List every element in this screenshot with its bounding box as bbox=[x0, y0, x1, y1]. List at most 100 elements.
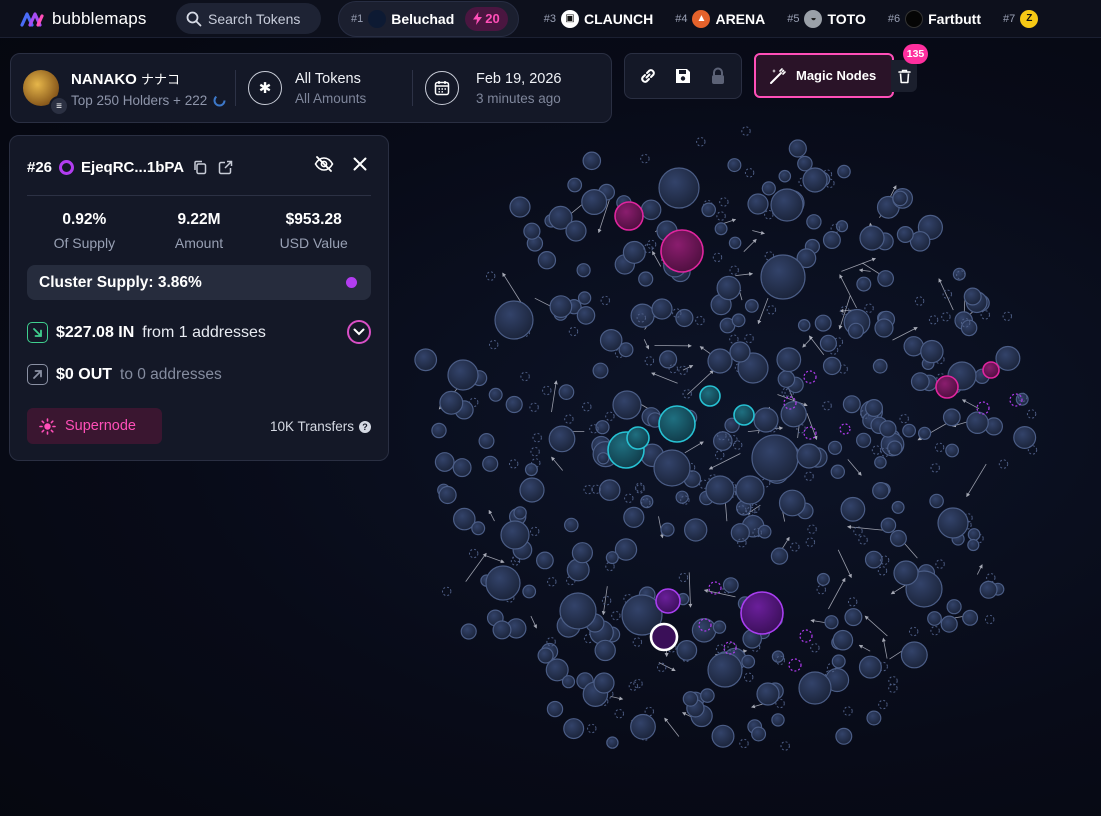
bubblemaps-logo[interactable]: bubblemaps bbox=[20, 9, 170, 29]
holder-bubble[interactable] bbox=[630, 303, 655, 328]
holder-bubble[interactable] bbox=[729, 265, 739, 275]
holder-bubble[interactable] bbox=[565, 220, 587, 242]
holder-bubble[interactable] bbox=[546, 700, 564, 718]
holder-bubble[interactable] bbox=[707, 652, 743, 688]
copy-link-button[interactable] bbox=[634, 62, 662, 90]
holder-bubble[interactable] bbox=[716, 211, 726, 221]
holder-bubble[interactable] bbox=[741, 654, 756, 669]
expand-inflow-button[interactable] bbox=[347, 320, 371, 344]
holder-bubble[interactable] bbox=[605, 411, 615, 421]
holder-bubble[interactable] bbox=[864, 399, 883, 418]
holder-bubble[interactable] bbox=[593, 672, 615, 694]
holder-bubble[interactable] bbox=[816, 585, 826, 595]
holder-bubble[interactable] bbox=[810, 643, 820, 653]
holder-bubble[interactable] bbox=[489, 340, 499, 350]
holder-bubble[interactable] bbox=[819, 334, 838, 352]
supernode-button[interactable]: Supernode bbox=[27, 408, 162, 444]
holder-bubble[interactable] bbox=[1013, 426, 1037, 450]
holder-bubble[interactable] bbox=[805, 537, 816, 547]
holder-bubble[interactable] bbox=[571, 542, 594, 564]
holder-bubble[interactable] bbox=[856, 276, 872, 292]
holder-bubble[interactable] bbox=[563, 718, 585, 740]
holder-bubble[interactable] bbox=[858, 535, 868, 545]
holder-bubble[interactable] bbox=[998, 459, 1009, 469]
holder-bubble[interactable] bbox=[889, 529, 907, 547]
holder-bubble[interactable] bbox=[822, 231, 841, 250]
holder-bubble[interactable] bbox=[985, 614, 995, 625]
trending-token-5[interactable]: #5 ◒ TOTO bbox=[787, 9, 866, 28]
holder-bubble[interactable] bbox=[917, 426, 932, 440]
holder-bubble[interactable] bbox=[942, 408, 961, 427]
holder-bubble[interactable] bbox=[727, 158, 742, 173]
trending-token-6[interactable]: #6 Fartbutt bbox=[888, 9, 981, 28]
holder-bubble[interactable] bbox=[914, 296, 925, 306]
holder-bubble[interactable] bbox=[888, 676, 898, 686]
holder-bubble[interactable] bbox=[624, 493, 634, 503]
holder-bubble[interactable] bbox=[744, 168, 755, 178]
holder-bubble[interactable] bbox=[439, 390, 464, 415]
holder-bubble[interactable] bbox=[827, 440, 843, 455]
holder-bubble[interactable] bbox=[822, 356, 842, 376]
holder-bubble[interactable] bbox=[547, 577, 557, 587]
help-icon[interactable]: ? bbox=[359, 420, 371, 433]
holder-bubble[interactable] bbox=[582, 402, 592, 412]
holder-bubble[interactable] bbox=[478, 433, 495, 450]
holder-bubble[interactable] bbox=[542, 385, 552, 396]
holder-bubble[interactable] bbox=[920, 339, 944, 364]
search-tokens-button[interactable]: Search Tokens bbox=[176, 3, 321, 34]
holder-bubble[interactable] bbox=[711, 724, 735, 748]
holder-bubble[interactable] bbox=[847, 322, 865, 339]
holder-bubble[interactable] bbox=[638, 271, 654, 287]
holder-bubble[interactable] bbox=[962, 609, 979, 626]
holder-bubble[interactable] bbox=[530, 447, 540, 457]
holder-bubble[interactable] bbox=[803, 370, 817, 384]
holder-bubble[interactable] bbox=[1002, 311, 1012, 321]
holder-bubble[interactable] bbox=[900, 641, 928, 669]
holder-bubble[interactable] bbox=[587, 723, 597, 734]
holder-bubble[interactable] bbox=[691, 617, 717, 643]
holder-bubble[interactable] bbox=[891, 500, 905, 514]
holder-bubble[interactable] bbox=[660, 522, 675, 537]
holder-bubble[interactable] bbox=[979, 580, 998, 599]
holder-bubble[interactable] bbox=[611, 611, 621, 621]
holder-bubble[interactable] bbox=[937, 507, 969, 539]
holder-bubble[interactable] bbox=[712, 431, 733, 451]
holder-bubble[interactable] bbox=[658, 350, 678, 369]
holder-bubble[interactable] bbox=[597, 452, 610, 465]
holder-bubble[interactable] bbox=[583, 484, 593, 495]
holder-bubble[interactable] bbox=[442, 586, 452, 597]
holder-bubble[interactable] bbox=[582, 151, 602, 171]
holder-bubble[interactable] bbox=[879, 420, 897, 438]
holder-bubble[interactable] bbox=[529, 402, 539, 412]
holder-bubble[interactable] bbox=[678, 365, 688, 376]
holder-bubble[interactable] bbox=[940, 615, 958, 633]
holder-bubble[interactable] bbox=[482, 455, 499, 472]
holder-bubble[interactable] bbox=[896, 226, 914, 244]
holder-bubble[interactable] bbox=[719, 197, 729, 207]
holder-bubble[interactable] bbox=[839, 423, 851, 435]
holder-bubble[interactable] bbox=[682, 691, 699, 707]
holder-bubble[interactable] bbox=[705, 475, 735, 505]
holder-bubble[interactable] bbox=[601, 596, 612, 606]
token-avatar[interactable]: ≡ bbox=[23, 70, 69, 116]
holder-bubble[interactable] bbox=[804, 471, 814, 481]
snapshot-date-button[interactable]: Feb 19, 2026 3 minutes ago bbox=[425, 71, 561, 106]
holder-bubble[interactable] bbox=[494, 300, 534, 340]
holder-bubble[interactable] bbox=[798, 671, 832, 705]
holder-bubble[interactable] bbox=[729, 341, 751, 363]
holder-bubble[interactable] bbox=[877, 566, 888, 576]
holder-bubble[interactable] bbox=[714, 222, 728, 236]
holder-bubble[interactable] bbox=[492, 620, 512, 640]
holder-bubble[interactable] bbox=[766, 305, 777, 315]
holder-bubble[interactable] bbox=[877, 270, 894, 287]
holder-bubble[interactable] bbox=[872, 482, 890, 500]
holder-bubble[interactable] bbox=[935, 375, 959, 399]
holder-bubble[interactable] bbox=[788, 139, 807, 158]
holder-bubble[interactable] bbox=[967, 528, 981, 541]
holder-bubble[interactable] bbox=[858, 655, 882, 679]
holder-bubble[interactable] bbox=[651, 298, 673, 320]
close-panel-button[interactable] bbox=[352, 156, 368, 177]
holder-bubble[interactable] bbox=[837, 164, 851, 179]
holder-bubble[interactable] bbox=[509, 196, 531, 218]
holder-bubble[interactable] bbox=[807, 524, 817, 534]
